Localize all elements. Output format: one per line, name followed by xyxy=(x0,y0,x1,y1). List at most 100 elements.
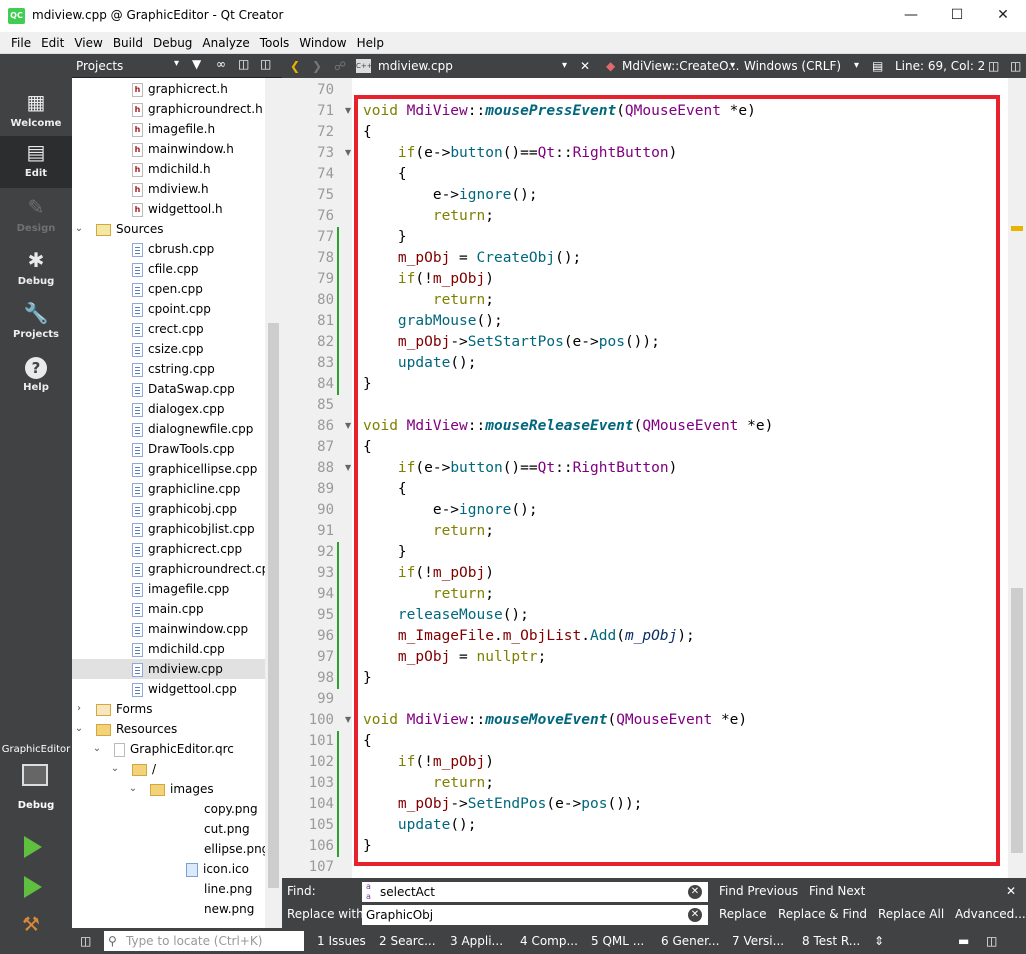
tree-item[interactable]: h imagefile.h xyxy=(72,119,272,139)
fold-marker-icon[interactable]: ▼ xyxy=(345,715,351,724)
scrollbar-thumb[interactable] xyxy=(1011,588,1023,853)
output-tab-test-results[interactable]: 8 Test R... xyxy=(802,928,860,954)
output-tab-search[interactable]: 2 Searc... xyxy=(379,928,436,954)
tree-item[interactable]: ⌄ / xyxy=(72,759,272,779)
back-arrow-icon[interactable]: ❮ xyxy=(290,54,300,78)
tree-item[interactable]: icon.ico xyxy=(72,859,272,879)
filter-icon[interactable]: ▼ xyxy=(192,57,201,71)
tree-item[interactable]: main.cpp xyxy=(72,599,272,619)
projects-view-selector[interactable]: Projects xyxy=(76,59,123,73)
chevron-down-icon[interactable]: ▾ xyxy=(562,54,567,78)
tree-item[interactable]: line.png xyxy=(72,879,272,899)
tree-item[interactable]: h mainwindow.h xyxy=(72,139,272,159)
tree-item[interactable]: ⌄ Sources xyxy=(72,219,272,239)
split-icon[interactable]: ◫ xyxy=(238,57,249,71)
project-tree-scrollbar[interactable] xyxy=(265,78,282,928)
menu-debug[interactable]: Debug xyxy=(148,32,197,54)
find-next-button[interactable]: Find Next xyxy=(809,884,865,898)
more-tabs-icon[interactable]: ⇕ xyxy=(874,928,884,954)
chevron-down-icon[interactable]: ▾ xyxy=(854,54,859,78)
fold-marker-icon[interactable]: ▼ xyxy=(345,106,351,115)
mode-projects[interactable]: 🔧 Projects xyxy=(0,297,72,349)
tree-item[interactable]: graphicobj.cpp xyxy=(72,499,272,519)
tree-item[interactable]: graphicroundrect.cpp xyxy=(72,559,277,579)
tree-item[interactable]: graphicellipse.cpp xyxy=(72,459,272,479)
chevron-down-icon[interactable]: ⌄ xyxy=(90,739,104,759)
run-icon[interactable] xyxy=(24,836,42,858)
tree-item[interactable]: ⌄ images xyxy=(72,779,272,799)
tree-item[interactable]: ⌄ GraphicEditor.qrc xyxy=(72,739,272,759)
output-tab-application[interactable]: 3 Appli... xyxy=(450,928,503,954)
mode-help[interactable]: ? Help xyxy=(0,350,72,402)
menu-view[interactable]: View xyxy=(69,32,107,54)
chevron-down-icon[interactable]: ⌄ xyxy=(72,719,86,739)
tree-item[interactable]: cbrush.cpp xyxy=(72,239,272,259)
close-button[interactable]: ✕ xyxy=(980,0,1026,32)
mode-edit[interactable]: ▤ Edit xyxy=(0,136,72,188)
debug-run-icon[interactable] xyxy=(24,876,42,898)
chevron-down-icon[interactable]: ⌄ xyxy=(108,759,122,779)
clear-find-icon[interactable]: ✕ xyxy=(688,885,702,899)
chevron-down-icon[interactable]: ⌄ xyxy=(126,779,140,799)
monitor-icon[interactable] xyxy=(22,764,48,786)
find-options-icon[interactable]: aa xyxy=(366,882,371,902)
maximize-button[interactable]: ☐ xyxy=(934,0,980,32)
tree-item[interactable]: cpen.cpp xyxy=(72,279,272,299)
tree-item[interactable]: › Forms xyxy=(72,699,272,719)
output-pane-icon[interactable]: ▬ xyxy=(958,928,969,954)
tree-item[interactable]: cfile.cpp xyxy=(72,259,272,279)
tree-item[interactable]: cpoint.cpp xyxy=(72,299,272,319)
chevron-down-icon[interactable]: ⌄ xyxy=(72,219,86,239)
menu-analyze[interactable]: Analyze xyxy=(197,32,254,54)
minimize-button[interactable]: — xyxy=(888,0,934,32)
advanced-button[interactable]: Advanced... xyxy=(955,907,1026,921)
tree-item[interactable]: graphicline.cpp xyxy=(72,479,272,499)
tree-item[interactable]: h widgettool.h xyxy=(72,199,272,219)
tree-item[interactable]: csize.cpp xyxy=(72,339,272,359)
tree-item[interactable]: h mdiview.h xyxy=(72,179,272,199)
output-tab-general[interactable]: 6 Gener... xyxy=(661,928,719,954)
close-panel-icon[interactable]: ◫ xyxy=(260,57,271,71)
tree-item[interactable]: copy.png xyxy=(72,799,272,819)
output-tab-version[interactable]: 7 Versi... xyxy=(732,928,784,954)
split-view-icon[interactable]: ◫ xyxy=(988,54,999,78)
symbol-selector[interactable]: MdiView::CreateO... xyxy=(622,54,740,78)
tree-item[interactable]: dialogex.cpp xyxy=(72,399,272,419)
replace-and-find-button[interactable]: Replace & Find xyxy=(778,907,867,921)
scrollbar-thumb[interactable] xyxy=(268,323,279,888)
close-document-icon[interactable]: ✕ xyxy=(580,54,590,78)
open-document-name[interactable]: mdiview.cpp xyxy=(378,54,453,78)
tree-item[interactable]: DrawTools.cpp xyxy=(72,439,272,459)
tree-item[interactable]: cstring.cpp xyxy=(72,359,272,379)
tree-item[interactable]: imagefile.cpp xyxy=(72,579,272,599)
menu-build[interactable]: Build xyxy=(108,32,148,54)
tree-item[interactable]: DataSwap.cpp xyxy=(72,379,272,399)
toggle-right-sidebar-icon[interactable]: ◫ xyxy=(986,928,997,954)
tree-item[interactable]: crect.cpp xyxy=(72,319,272,339)
tree-item[interactable]: graphicobjlist.cpp xyxy=(72,519,272,539)
tree-item[interactable]: h graphicroundrect.h xyxy=(72,99,272,119)
tree-item[interactable]: mainwindow.cpp xyxy=(72,619,272,639)
replace-button[interactable]: Replace xyxy=(719,907,766,921)
tree-item[interactable]: mdichild.cpp xyxy=(72,639,272,659)
editor-scrollbar[interactable] xyxy=(1008,78,1026,878)
locator-input[interactable]: ⚲ Type to locate (Ctrl+K) xyxy=(104,931,304,951)
forward-arrow-icon[interactable]: ❯ xyxy=(312,54,322,78)
find-input[interactable]: aa selectAct ✕ xyxy=(362,882,708,902)
mode-design[interactable]: ✎ Design xyxy=(0,191,72,243)
tree-item[interactable]: ⌄ Resources xyxy=(72,719,272,739)
menu-tools[interactable]: Tools xyxy=(255,32,295,54)
find-previous-button[interactable]: Find Previous xyxy=(719,884,798,898)
line-endings-selector[interactable]: Windows (CRLF) xyxy=(744,54,841,78)
output-tab-compile[interactable]: 4 Comp... xyxy=(520,928,578,954)
mode-welcome[interactable]: ▦ Welcome xyxy=(0,86,72,138)
tree-item[interactable]: new.png xyxy=(72,899,272,919)
clear-replace-icon[interactable]: ✕ xyxy=(688,908,702,922)
build-hammer-icon[interactable]: ⚒ xyxy=(22,912,40,936)
cursor-position[interactable]: Line: 69, Col: 2 xyxy=(895,54,985,78)
toggle-sidebar-icon[interactable]: ◫ xyxy=(80,928,91,954)
chevron-right-icon[interactable]: › xyxy=(72,699,86,719)
menu-edit[interactable]: Edit xyxy=(36,32,69,54)
menu-help[interactable]: Help xyxy=(352,32,389,54)
mode-debug[interactable]: ✱ Debug xyxy=(0,244,72,296)
